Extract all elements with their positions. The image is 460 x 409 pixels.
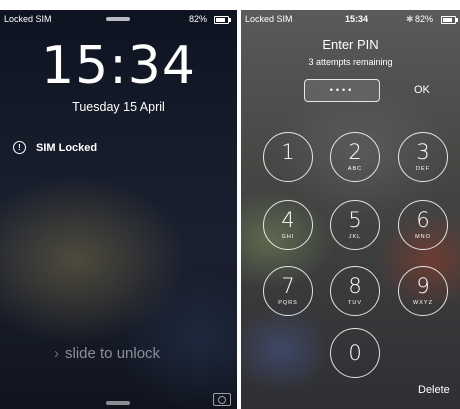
key-5-button[interactable]: 5 JKL bbox=[330, 200, 380, 250]
key-0-button[interactable]: 0 bbox=[330, 328, 380, 378]
key-digit: 8 bbox=[348, 274, 362, 298]
carrier-label: Locked SIM bbox=[245, 14, 293, 24]
chevron-right-icon: › bbox=[54, 345, 59, 362]
key-digit: 7 bbox=[281, 274, 295, 298]
clock-date: Tuesday 15 April bbox=[72, 100, 165, 114]
key-letters: ABC bbox=[347, 166, 363, 172]
slide-to-unlock-label: slide to unlock bbox=[65, 345, 161, 362]
delete-button[interactable]: Delete bbox=[418, 384, 450, 396]
carrier-label: Locked SIM bbox=[4, 14, 52, 24]
key-digit: 0 bbox=[348, 341, 362, 365]
status-time: 15:34 bbox=[345, 14, 369, 24]
key-1-button[interactable]: 1 bbox=[263, 132, 313, 182]
key-2-button[interactable]: 2 ABC bbox=[330, 132, 380, 182]
camera-icon[interactable] bbox=[213, 393, 231, 406]
notification-center-grabber[interactable] bbox=[106, 17, 130, 21]
notification-text: SIM Locked bbox=[36, 141, 98, 154]
sim-locked-notification[interactable]: ! SIM Locked bbox=[13, 141, 97, 154]
key-6-button[interactable]: 6 MNO bbox=[398, 200, 448, 250]
pin-entry-screen: Locked SIM 15:34 ✱ 82% Enter PIN 3 attem… bbox=[241, 10, 460, 409]
control-center-grabber[interactable] bbox=[106, 401, 130, 405]
key-letters: TUV bbox=[348, 300, 362, 306]
battery-percent: 82% bbox=[415, 14, 434, 24]
key-digit: 9 bbox=[416, 274, 430, 298]
key-digit: 3 bbox=[416, 140, 430, 164]
bluetooth-icon: ✱ bbox=[406, 14, 414, 24]
lock-screen: Locked SIM 82% 15:34 Tuesday 15 April ! … bbox=[0, 10, 237, 409]
key-letters: JKL bbox=[348, 234, 362, 240]
battery-icon bbox=[214, 16, 231, 24]
key-9-button[interactable]: 9 WXYZ bbox=[398, 266, 448, 316]
key-8-button[interactable]: 8 TUV bbox=[330, 266, 380, 316]
key-4-button[interactable]: 4 GHI bbox=[263, 200, 313, 250]
key-letters: GHI bbox=[281, 234, 295, 240]
key-letters: DEF bbox=[416, 166, 430, 172]
key-digit: 1 bbox=[281, 140, 295, 164]
alert-circle-icon: ! bbox=[13, 141, 26, 154]
key-7-button[interactable]: 7 PQRS bbox=[263, 266, 313, 316]
key-digit: 6 bbox=[416, 208, 430, 232]
key-3-button[interactable]: 3 DEF bbox=[398, 132, 448, 182]
clock-time: 15:34 bbox=[41, 36, 196, 96]
pin-input[interactable]: •••• bbox=[304, 79, 380, 102]
key-letters: WXYZ bbox=[413, 300, 433, 306]
battery-percent: 82% bbox=[189, 14, 208, 24]
pin-title: Enter PIN bbox=[322, 37, 379, 52]
key-digit: 2 bbox=[348, 140, 362, 164]
key-letters: PQRS bbox=[278, 300, 298, 306]
ok-button[interactable]: OK bbox=[414, 84, 430, 96]
key-digit: 5 bbox=[348, 208, 362, 232]
attempts-remaining: 3 attempts remaining bbox=[308, 57, 393, 67]
key-digit: 4 bbox=[281, 208, 295, 232]
battery-icon bbox=[441, 16, 458, 24]
slide-to-unlock[interactable]: › slide to unlock bbox=[54, 345, 160, 362]
key-letters: MNO bbox=[415, 234, 431, 240]
